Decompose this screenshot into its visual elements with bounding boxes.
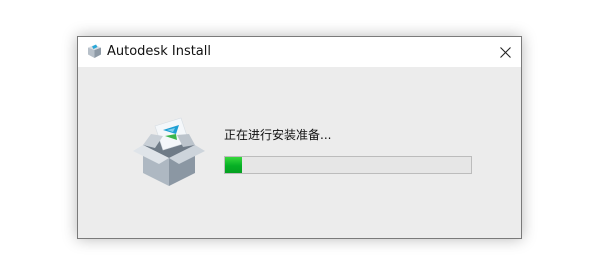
title-bar[interactable]: Autodesk Install bbox=[78, 37, 521, 67]
autodesk-package-icon bbox=[86, 43, 103, 60]
window-title: Autodesk Install bbox=[107, 44, 211, 59]
status-text: 正在进行安装准备... bbox=[224, 128, 332, 142]
progress-fill bbox=[225, 157, 243, 173]
close-button[interactable] bbox=[489, 37, 521, 67]
close-icon bbox=[499, 46, 511, 58]
autodesk-box-icon bbox=[129, 112, 209, 192]
installer-window: Autodesk Install 正在进行安装准备... bbox=[77, 36, 522, 239]
progress-bar bbox=[224, 156, 472, 174]
